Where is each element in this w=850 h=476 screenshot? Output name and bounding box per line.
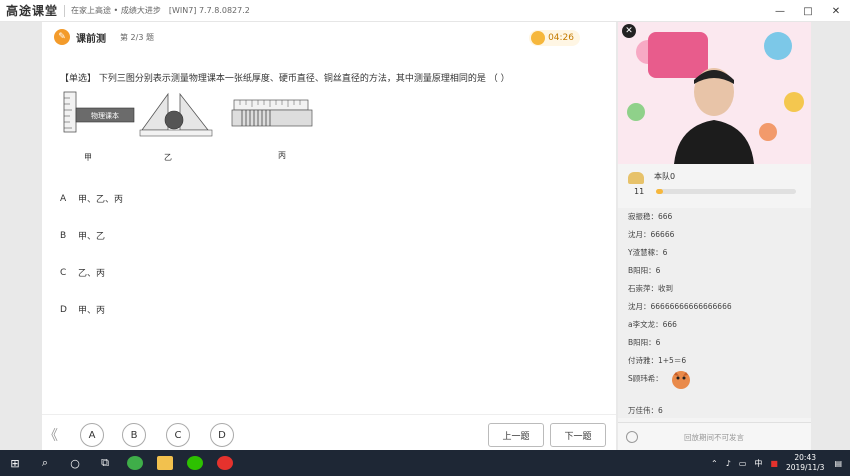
minimize-button[interactable]: — (766, 0, 794, 22)
chat-message: a李文龙：666 (628, 320, 677, 329)
windows-start-icon[interactable]: ⊞ (0, 450, 30, 476)
answer-choice-b[interactable]: B (122, 423, 146, 447)
chat-message: 付诗雅：1+5＝6 (628, 356, 687, 365)
option-a[interactable]: A 甲、乙、丙 (60, 192, 124, 206)
team-status: 本队0 11 (618, 168, 811, 204)
question-text: 【单选】 下列三图分别表示测量物理课本一张纸厚度、硬币直径、铜丝直径的方法，其中… (60, 74, 510, 84)
gaotu-app-icon[interactable] (210, 450, 240, 476)
answer-choice-c[interactable]: C (166, 423, 190, 447)
option-c[interactable]: C 乙、丙 (60, 266, 106, 280)
next-question-button[interactable]: 下一题 (550, 423, 606, 447)
clock-date: 2019/11/3 (785, 463, 825, 472)
team-count: 11 (634, 187, 645, 196)
window-controls: — □ ✕ (766, 0, 850, 22)
question-figures: 物理课本 甲 乙 丙 (62, 90, 322, 162)
search-icon[interactable]: ⌕ (30, 450, 60, 476)
team-crown-icon (628, 172, 644, 184)
chat-message: 万佳伟：6 (628, 406, 663, 415)
chat-sticker-image (672, 371, 690, 389)
browser-app-icon[interactable] (120, 450, 150, 476)
timer-value: 04:26 (548, 33, 574, 43)
taskbar: ⊞ ⌕ ○ ⧉ ⌃ ♪ ▭ 中 ■ 20:43 2019/11/3 ▤ (0, 450, 850, 476)
prev-question-button[interactable]: 上一题 (488, 423, 544, 447)
network-icon[interactable]: ▭ (739, 459, 747, 468)
title-bar: 高途课堂 在家上高途 • 成绩大进步 [WIN7] 7.7.8.0827.2 —… (0, 0, 850, 22)
chat-message: 寂振稳：666 (628, 212, 673, 221)
answer-choice-a[interactable]: A (80, 423, 104, 447)
chat-message: S顾玮希： (628, 374, 663, 383)
chat-message: 沈月：66666 (628, 230, 675, 239)
pencil-icon: ✎ (54, 29, 70, 45)
chat-message: B阳阳：6 (628, 266, 661, 275)
option-c-letter: C (60, 267, 67, 278)
option-a-text: 甲、乙、丙 (78, 195, 124, 205)
maximize-button[interactable]: □ (794, 0, 822, 22)
chat-message: 石崇萍：收到 (628, 284, 673, 293)
team-name: 本队0 (654, 172, 676, 181)
app-logo: 高途课堂 (6, 4, 59, 18)
chat-message: Y渣慧稼：6 (628, 248, 668, 257)
option-b-letter: B (60, 230, 67, 241)
answer-bar: 《 A B C D 上一题 下一题 (42, 414, 616, 450)
figure-label-jia: 甲 (84, 153, 92, 162)
wechat-icon[interactable] (180, 450, 210, 476)
antivirus-icon[interactable]: ■ (770, 459, 778, 468)
timer-badge: 04:26 (529, 30, 580, 46)
clock-icon (531, 31, 546, 45)
teacher-video: ✕ (618, 22, 811, 164)
option-d[interactable]: D 甲、丙 (60, 303, 106, 317)
tray-up-arrow-icon[interactable]: ⌃ (711, 459, 718, 468)
question-counter: 第 2/3 题 (120, 32, 154, 42)
team-progress-bar (656, 189, 796, 194)
close-window-button[interactable]: ✕ (822, 0, 850, 22)
quiz-title: 课前测 (76, 33, 106, 45)
ime-indicator[interactable]: 中 (754, 458, 762, 469)
live-panel: ✕ 本队0 11 寂振稳：666 沈月：66666 Y渣慧稼：6 B阳阳：6 石… (618, 22, 811, 450)
option-c-text: 乙、丙 (78, 269, 106, 279)
file-explorer-icon[interactable] (150, 450, 180, 476)
cortana-icon[interactable]: ○ (60, 450, 90, 476)
app-slogan: 在家上高途 • 成绩大进步 (71, 6, 161, 15)
chat-input-placeholder: 回放期间不可发言 (684, 433, 744, 442)
chat-list: 寂振稳：666 沈月：66666 Y渣慧稼：6 B阳阳：6 石崇萍：收到 沈月：… (618, 208, 811, 418)
left-margin (0, 22, 42, 450)
teacher-video-frame (618, 22, 811, 164)
collapse-arrow-icon[interactable]: 《 (44, 425, 58, 445)
chat-message: B阳阳：6 (628, 338, 661, 347)
clock-time: 20:43 (794, 453, 817, 462)
app-version: [WIN7] 7.7.8.0827.2 (168, 6, 250, 15)
figure-label-yi: 乙 (164, 153, 172, 162)
figure-book-label: 物理课本 (91, 111, 119, 120)
notification-icon[interactable]: ▤ (834, 459, 842, 468)
figure-label-bing: 丙 (278, 151, 286, 160)
option-a-letter: A (60, 193, 67, 204)
option-b[interactable]: B 甲、乙 (60, 229, 106, 243)
chat-message: 沈月：66666666666666666 (628, 302, 732, 311)
team-progress-fill (656, 189, 663, 194)
quiz-panel: ✎ 课前测 第 2/3 题 04:26 【单选】 下列三图分别表示测量物理课本一… (42, 22, 616, 414)
system-clock[interactable]: 20:43 2019/11/3 (786, 453, 824, 473)
option-b-text: 甲、乙 (78, 232, 106, 242)
volume-icon[interactable]: ♪ (726, 459, 731, 468)
emoji-icon[interactable] (626, 431, 638, 443)
close-video-icon[interactable]: ✕ (622, 24, 636, 38)
chat-input-bar: 回放期间不可发言 (618, 422, 811, 450)
right-margin (811, 22, 850, 450)
option-d-text: 甲、丙 (78, 306, 106, 316)
system-tray: ⌃ ♪ ▭ 中 ■ 20:43 2019/11/3 ▤ (711, 450, 850, 476)
answer-choice-d[interactable]: D (210, 423, 234, 447)
option-d-letter: D (60, 304, 67, 315)
title-separator (64, 4, 66, 17)
task-view-icon[interactable]: ⧉ (90, 450, 120, 476)
